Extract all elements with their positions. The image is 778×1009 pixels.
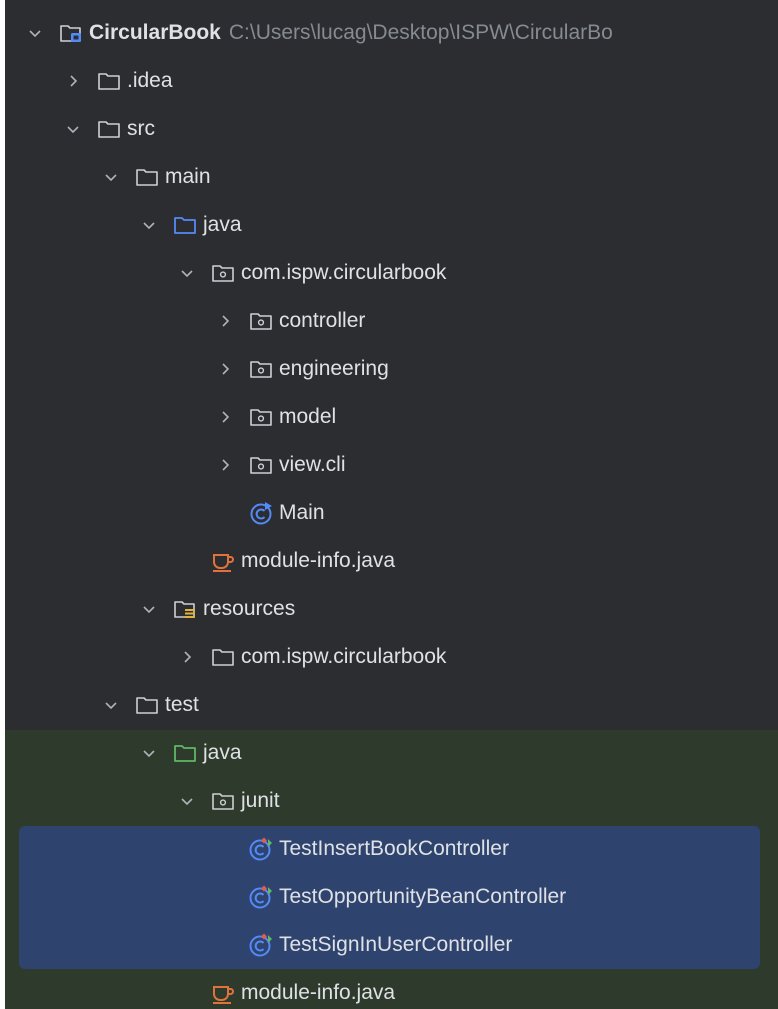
tree-row-label: module-info.java [241,981,396,1004]
test-class-icon [247,835,275,863]
project-path: C:\Users\lucag\Desktop\ISPW\CircularBo [228,21,613,44]
package-icon [247,307,275,335]
tree-row-label: resources [203,597,296,620]
chevron-right-icon[interactable] [63,71,83,91]
tree-row-label: java [203,741,242,764]
tree-row-label: .idea [127,69,173,92]
test-class-icon [247,931,275,959]
package-icon [247,355,275,383]
project-folder-icon [57,19,85,47]
tree-row-engineering[interactable]: engineering [5,345,778,393]
chevron-right-icon[interactable] [215,407,235,427]
tree-row-label: src [127,117,155,140]
tree-row-label: TestSignInUserController [279,933,513,956]
package-icon [247,403,275,431]
tree-row-model[interactable]: model [5,393,778,441]
tree-row-label: model [279,405,337,428]
tree-row-label: TestOpportunityBeanController [279,885,567,908]
tree-row-project-root[interactable]: CircularBook C:\Users\lucag\Desktop\ISPW… [5,9,778,57]
tree-row-label: test [165,693,199,716]
folder-icon [209,643,237,671]
chevron-down-icon[interactable] [177,791,197,811]
tree-row-label: com.ispw.circularbook [241,261,447,284]
chevron-right-icon[interactable] [215,359,235,379]
chevron-down-icon[interactable] [177,263,197,283]
chevron-down-icon[interactable] [139,599,159,619]
chevron-down-icon[interactable] [63,119,83,139]
chevron-down-icon[interactable] [139,215,159,235]
tree-row-test-sign-in-user-controller[interactable]: TestSignInUserController [5,921,778,969]
tree-row-resources-package[interactable]: com.ispw.circularbook [5,633,778,681]
tree-row-view-cli[interactable]: view.cli [5,441,778,489]
tree-row-main[interactable]: main [5,153,778,201]
chevron-down-icon[interactable] [25,23,45,43]
project-tree-panel: CircularBook C:\Users\lucag\Desktop\ISPW… [5,0,778,1009]
chevron-down-icon[interactable] [101,167,121,187]
resources-folder-icon [171,595,199,623]
java-file-icon [209,979,237,1007]
test-source-folder-icon [171,739,199,767]
tree-row-label: controller [279,309,366,332]
tree-row-test[interactable]: test [5,681,778,729]
tree-row-package-root[interactable]: com.ispw.circularbook [5,249,778,297]
tree-row-label: view.cli [279,453,346,476]
folder-icon [95,115,123,143]
tree-row-test-java[interactable]: java [5,729,778,777]
package-icon [209,787,237,815]
tree-row-junit[interactable]: junit [5,777,778,825]
tree-row-label: Main [279,501,325,524]
folder-icon [95,67,123,95]
chevron-right-icon[interactable] [215,455,235,475]
source-folder-icon [171,211,199,239]
chevron-right-icon[interactable] [215,311,235,331]
chevron-down-icon[interactable] [139,743,159,763]
tree-row-resources[interactable]: resources [5,585,778,633]
tree-row-idea[interactable]: .idea [5,57,778,105]
tree-row-controller[interactable]: controller [5,297,778,345]
tree-row-label: module-info.java [241,549,396,572]
tree-row-label: TestInsertBookController [279,837,509,860]
tree-row-main-class[interactable]: Main [5,489,778,537]
tree-row-src[interactable]: src [5,105,778,153]
tree-row-test-opportunity-bean-controller[interactable]: TestOpportunityBeanController [5,873,778,921]
folder-icon [133,163,161,191]
folder-icon [133,691,161,719]
tree-row-label: junit [241,789,280,812]
tree-row-label: main [165,165,211,188]
java-file-icon [209,547,237,575]
chevron-down-icon[interactable] [101,695,121,715]
main-class-icon [247,499,275,527]
package-icon [209,259,237,287]
package-icon [247,451,275,479]
tree-row-module-info-test[interactable]: module-info.java [5,969,778,1009]
tree-row-test-insert-book-controller[interactable]: TestInsertBookController [5,825,778,873]
tree-row-label: java [203,213,242,236]
tree-row-label: com.ispw.circularbook [241,645,447,668]
test-class-icon [247,883,275,911]
tree-row-label: engineering [279,357,389,380]
project-name: CircularBook [89,21,221,44]
tree-row-main-java[interactable]: java [5,201,778,249]
chevron-right-icon[interactable] [177,647,197,667]
tree-row-module-info-main[interactable]: module-info.java [5,537,778,585]
